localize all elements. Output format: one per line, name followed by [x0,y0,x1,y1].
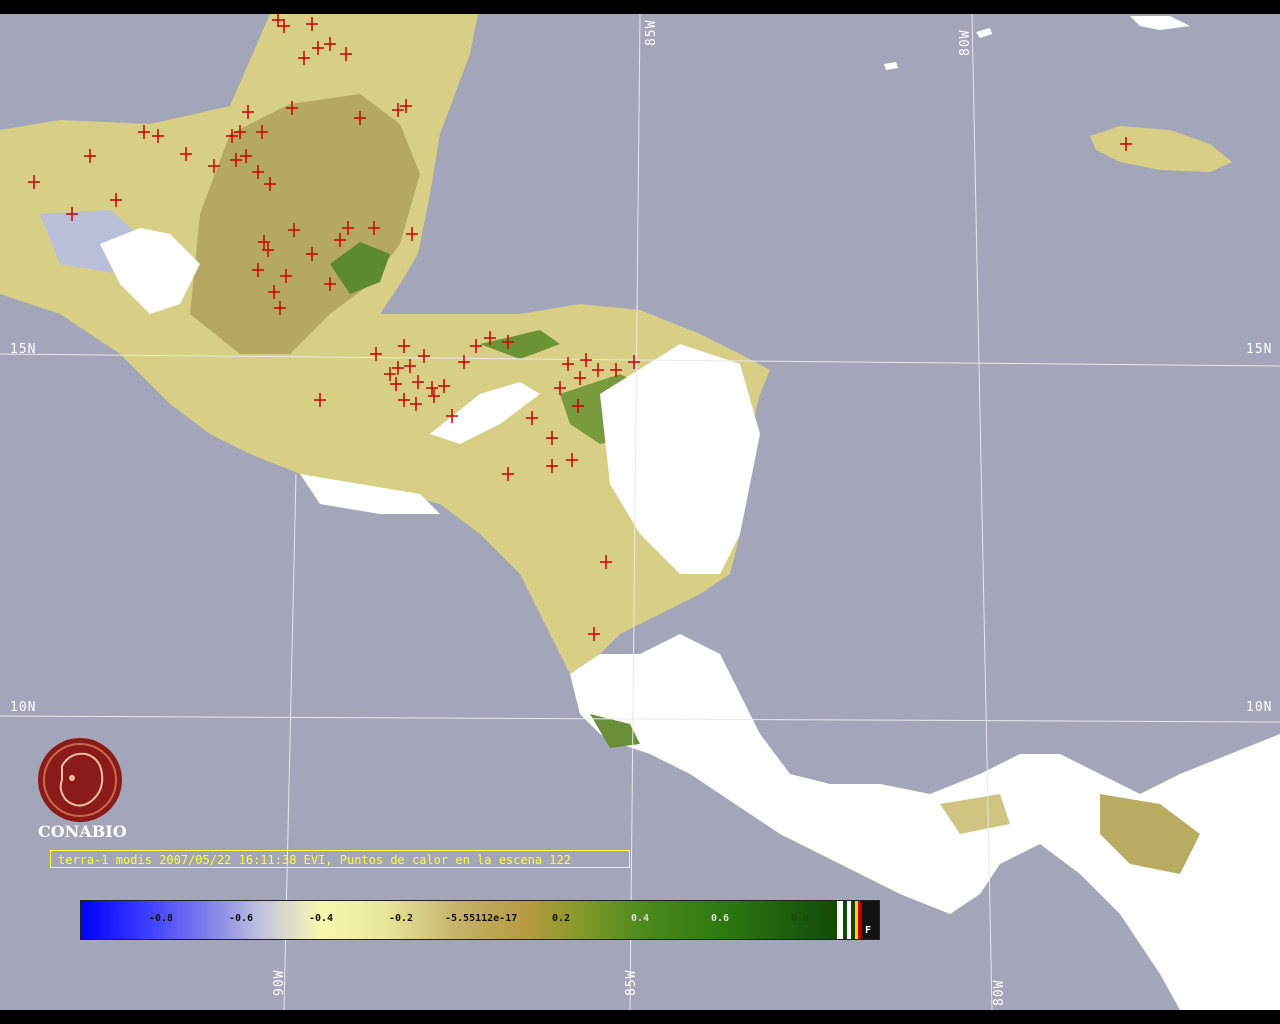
colorbar-end-label: F [865,925,872,936]
map-view: 85W 80W 90W 85W 80W 15N 15N 10N 10N CONA… [0,0,1280,1024]
colorbar-white-swatch [847,901,851,939]
colorbar-tick: -0.6 [229,913,254,924]
colorbar-tick: 0.4 [631,913,650,924]
lat-label-15n-right: 15N [1246,342,1273,357]
evi-colorbar: -0.8 -0.6 -0.4 -0.2 -5.55112e-17 0.2 0.4… [80,900,880,940]
lat-label-10n-left: 10N [10,700,37,715]
logo-disc [38,738,122,822]
lon-label-85w-top: 85W [644,19,659,46]
colorbar-tick: -0.2 [389,913,414,924]
lat-label-10n-right: 10N [1246,700,1273,715]
colorbar-tick: 0.8 [791,913,810,924]
logo-eye [69,775,75,781]
colorbar-tick: -0.4 [309,913,334,924]
scene-caption: terra-1 modis 2007/05/22 16:11:38 EVI, P… [50,850,630,868]
lon-label-85w-bottom: 85W [624,969,639,996]
colorbar-cloud-swatch [837,901,843,939]
lon-label-90w-bottom: 90W [272,969,287,996]
colorbar-tick: -5.55112e-17 [445,913,518,924]
lon-label-80w-top: 80W [958,29,973,56]
colorbar-tick: 0.6 [711,913,730,924]
conabio-logo-text: CONABIO [38,822,127,841]
colorbar-tick: -0.8 [149,913,174,924]
lon-label-80w-bottom: 80W [992,979,1007,1006]
lat-label-15n-left: 15N [10,342,37,357]
colorbar-tick: 0.2 [552,913,571,924]
